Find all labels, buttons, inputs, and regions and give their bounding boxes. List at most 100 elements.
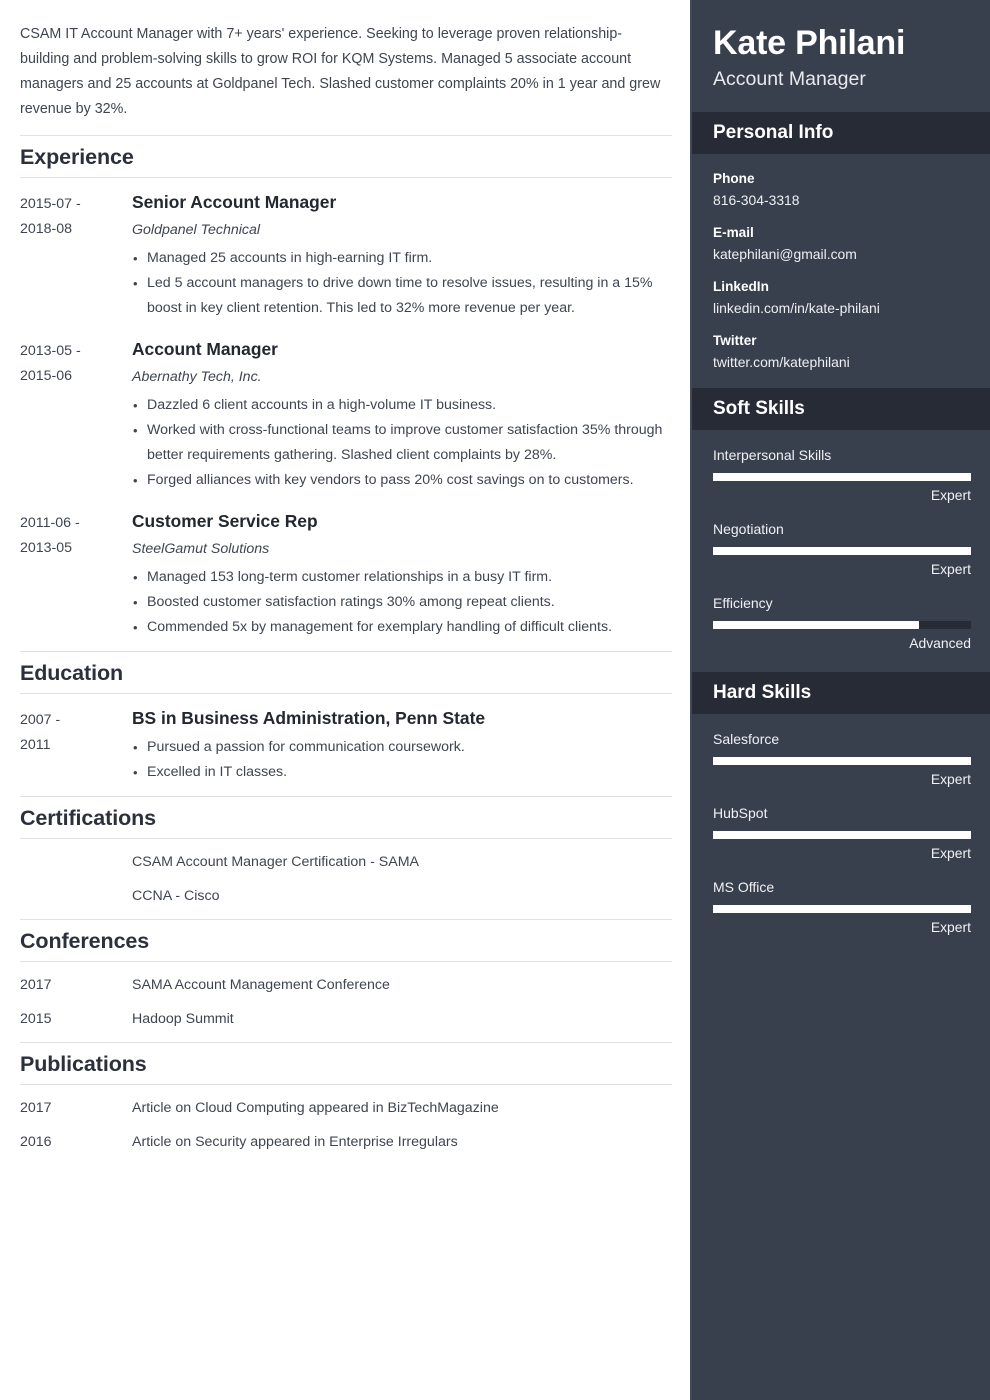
entry-content: Customer Service Rep SteelGamut Solution… xyxy=(132,509,672,640)
contact-label: LinkedIn xyxy=(713,279,769,294)
job-title: Customer Service Rep xyxy=(132,511,318,531)
entry-date-range: 2013-05 - 2015-06 xyxy=(20,337,132,389)
skill-level-label: Expert xyxy=(930,561,971,577)
achievement-list: Managed 25 accounts in high-earning IT f… xyxy=(132,246,672,321)
sidebar-edge-strip xyxy=(690,0,692,1400)
degree-title: BS in Business Administration, Penn Stat… xyxy=(132,708,486,728)
sidebar-band-soft-skills: Soft Skills xyxy=(690,388,990,430)
company-name: Abernathy Tech, Inc. xyxy=(132,369,262,385)
section-header-experience: Experience xyxy=(20,135,672,178)
entry-content: Senior Account Manager Goldpanel Technic… xyxy=(132,190,672,321)
contact-item-linkedin: LinkedIn linkedin.com/in/kate-philani xyxy=(713,277,968,318)
entry-date-range: 2007 - 2011 xyxy=(20,706,132,758)
skill-bar-track xyxy=(713,905,971,913)
date-to: 2011 xyxy=(20,737,51,753)
skill-bar-track xyxy=(713,547,971,555)
company-name: Goldpanel Technical xyxy=(132,222,261,238)
section-header-education: Education xyxy=(20,651,672,694)
section-header-conferences: Conferences xyxy=(20,919,672,962)
education-entry: 2007 - 2011 BS in Business Administratio… xyxy=(20,706,672,785)
conference-row: 2017 SAMA Account Management Conference xyxy=(20,974,672,997)
contact-value[interactable]: katephilani@gmail.com xyxy=(713,245,968,264)
sidebar: Kate Philani Account Manager Personal In… xyxy=(690,0,990,1400)
skill-item: HubSpot Expert xyxy=(713,803,971,864)
list-item: Worked with cross-functional teams to im… xyxy=(133,418,672,468)
date-from: 2013-05 - xyxy=(20,343,81,359)
row-text: CCNA - Cisco xyxy=(132,888,220,904)
section-body-publications: 2017 Article on Cloud Computing appeared… xyxy=(20,1085,672,1165)
section-body-conferences: 2017 SAMA Account Management Conference … xyxy=(20,962,672,1042)
skill-item: Salesforce Expert xyxy=(713,729,971,790)
sidebar-body-soft-skills: Interpersonal Skills Expert Negotiation … xyxy=(690,430,990,672)
candidate-role: Account Manager xyxy=(713,68,866,90)
list-item: Boosted customer satisfaction ratings 30… xyxy=(133,590,672,615)
contact-item-twitter: Twitter twitter.com/katephilani xyxy=(713,331,968,372)
sidebar-title-hard-skills: Hard Skills xyxy=(713,682,812,703)
list-item: Pursued a passion for communication cour… xyxy=(133,735,672,760)
date-to: 2015-06 xyxy=(20,368,73,384)
skill-level-label: Advanced xyxy=(909,635,971,651)
skill-label: HubSpot xyxy=(713,805,768,821)
section-title-conferences: Conferences xyxy=(20,929,150,953)
publication-row: 2017 Article on Cloud Computing appeared… xyxy=(20,1097,672,1120)
skill-bar-fill xyxy=(713,757,971,765)
publication-row: 2016 Article on Security appeared in Ent… xyxy=(20,1131,672,1154)
contact-value[interactable]: 816-304-3318 xyxy=(713,191,968,210)
section-experience: Experience 2015-07 - 2018-08 Senior Acco… xyxy=(20,135,672,651)
list-item: Forged alliances with key vendors to pas… xyxy=(133,468,672,493)
skill-label: Efficiency xyxy=(713,595,773,611)
date-from: 2007 - xyxy=(20,712,61,728)
sidebar-band-hard-skills: Hard Skills xyxy=(690,672,990,714)
contact-item-email: E-mail katephilani@gmail.com xyxy=(713,223,968,264)
date-from: 2011-06 - xyxy=(20,515,80,531)
skill-item: Efficiency Advanced xyxy=(713,593,971,654)
row-date: 2016 xyxy=(20,1134,52,1150)
conference-row: 2015 Hadoop Summit xyxy=(20,1008,672,1031)
skill-bar-fill xyxy=(713,621,920,629)
row-text: Article on Cloud Computing appeared in B… xyxy=(132,1100,499,1116)
skill-label: Interpersonal Skills xyxy=(713,447,832,463)
skill-level-label: Expert xyxy=(930,487,971,503)
sidebar-title-soft-skills: Soft Skills xyxy=(713,398,805,419)
section-header-publications: Publications xyxy=(20,1042,672,1085)
section-title-certifications: Certifications xyxy=(20,806,156,830)
experience-entry: 2013-05 - 2015-06 Account Manager Aberna… xyxy=(20,337,672,493)
skill-bar-track xyxy=(713,621,971,629)
section-certifications: Certifications CSAM Account Manager Cert… xyxy=(20,796,672,919)
entry-content: Account Manager Abernathy Tech, Inc. Daz… xyxy=(132,337,672,493)
skill-bar-fill xyxy=(713,905,971,913)
row-date: 2017 xyxy=(20,1100,52,1116)
experience-entry: 2011-06 - 2013-05 Customer Service Rep S… xyxy=(20,509,672,640)
achievement-list: Managed 153 long-term customer relations… xyxy=(132,565,672,640)
section-publications: Publications 2017 Article on Cloud Compu… xyxy=(20,1042,672,1165)
list-item: Managed 25 accounts in high-earning IT f… xyxy=(133,246,672,271)
company-name: SteelGamut Solutions xyxy=(132,541,270,557)
resume-page: CSAM IT Account Manager with 7+ years' e… xyxy=(0,0,990,1400)
contact-label: E-mail xyxy=(713,225,754,240)
row-date: 2015 xyxy=(20,1011,52,1027)
summary-paragraph: CSAM IT Account Manager with 7+ years' e… xyxy=(20,26,661,117)
certification-row: CSAM Account Manager Certification - SAM… xyxy=(20,851,672,874)
section-body-experience: 2015-07 - 2018-08 Senior Account Manager… xyxy=(20,178,672,651)
contact-item-phone: Phone 816-304-3318 xyxy=(713,169,968,210)
row-text: Article on Security appeared in Enterpri… xyxy=(132,1134,458,1150)
job-title: Account Manager xyxy=(132,339,278,359)
contact-label: Twitter xyxy=(713,333,757,348)
contact-value[interactable]: twitter.com/katephilani xyxy=(713,353,968,372)
row-text: Hadoop Summit xyxy=(132,1011,234,1027)
skill-item: Negotiation Expert xyxy=(713,519,971,580)
sidebar-body-hard-skills: Salesforce Expert HubSpot Expert MS Offi… xyxy=(690,714,990,956)
experience-entry: 2015-07 - 2018-08 Senior Account Manager… xyxy=(20,190,672,321)
entry-date-range: 2011-06 - 2013-05 xyxy=(20,509,132,561)
section-title-education: Education xyxy=(20,661,124,685)
skill-bar-track xyxy=(713,831,971,839)
skill-bar-track xyxy=(713,757,971,765)
section-body-education: 2007 - 2011 BS in Business Administratio… xyxy=(20,694,672,796)
entry-content: BS in Business Administration, Penn Stat… xyxy=(132,706,672,785)
contact-value[interactable]: linkedin.com/in/kate-philani xyxy=(713,299,968,318)
skill-label: MS Office xyxy=(713,879,775,895)
main-column: CSAM IT Account Manager with 7+ years' e… xyxy=(0,0,690,1400)
section-title-publications: Publications xyxy=(20,1052,147,1076)
contact-label: Phone xyxy=(713,171,755,186)
skill-item: MS Office Expert xyxy=(713,877,971,938)
